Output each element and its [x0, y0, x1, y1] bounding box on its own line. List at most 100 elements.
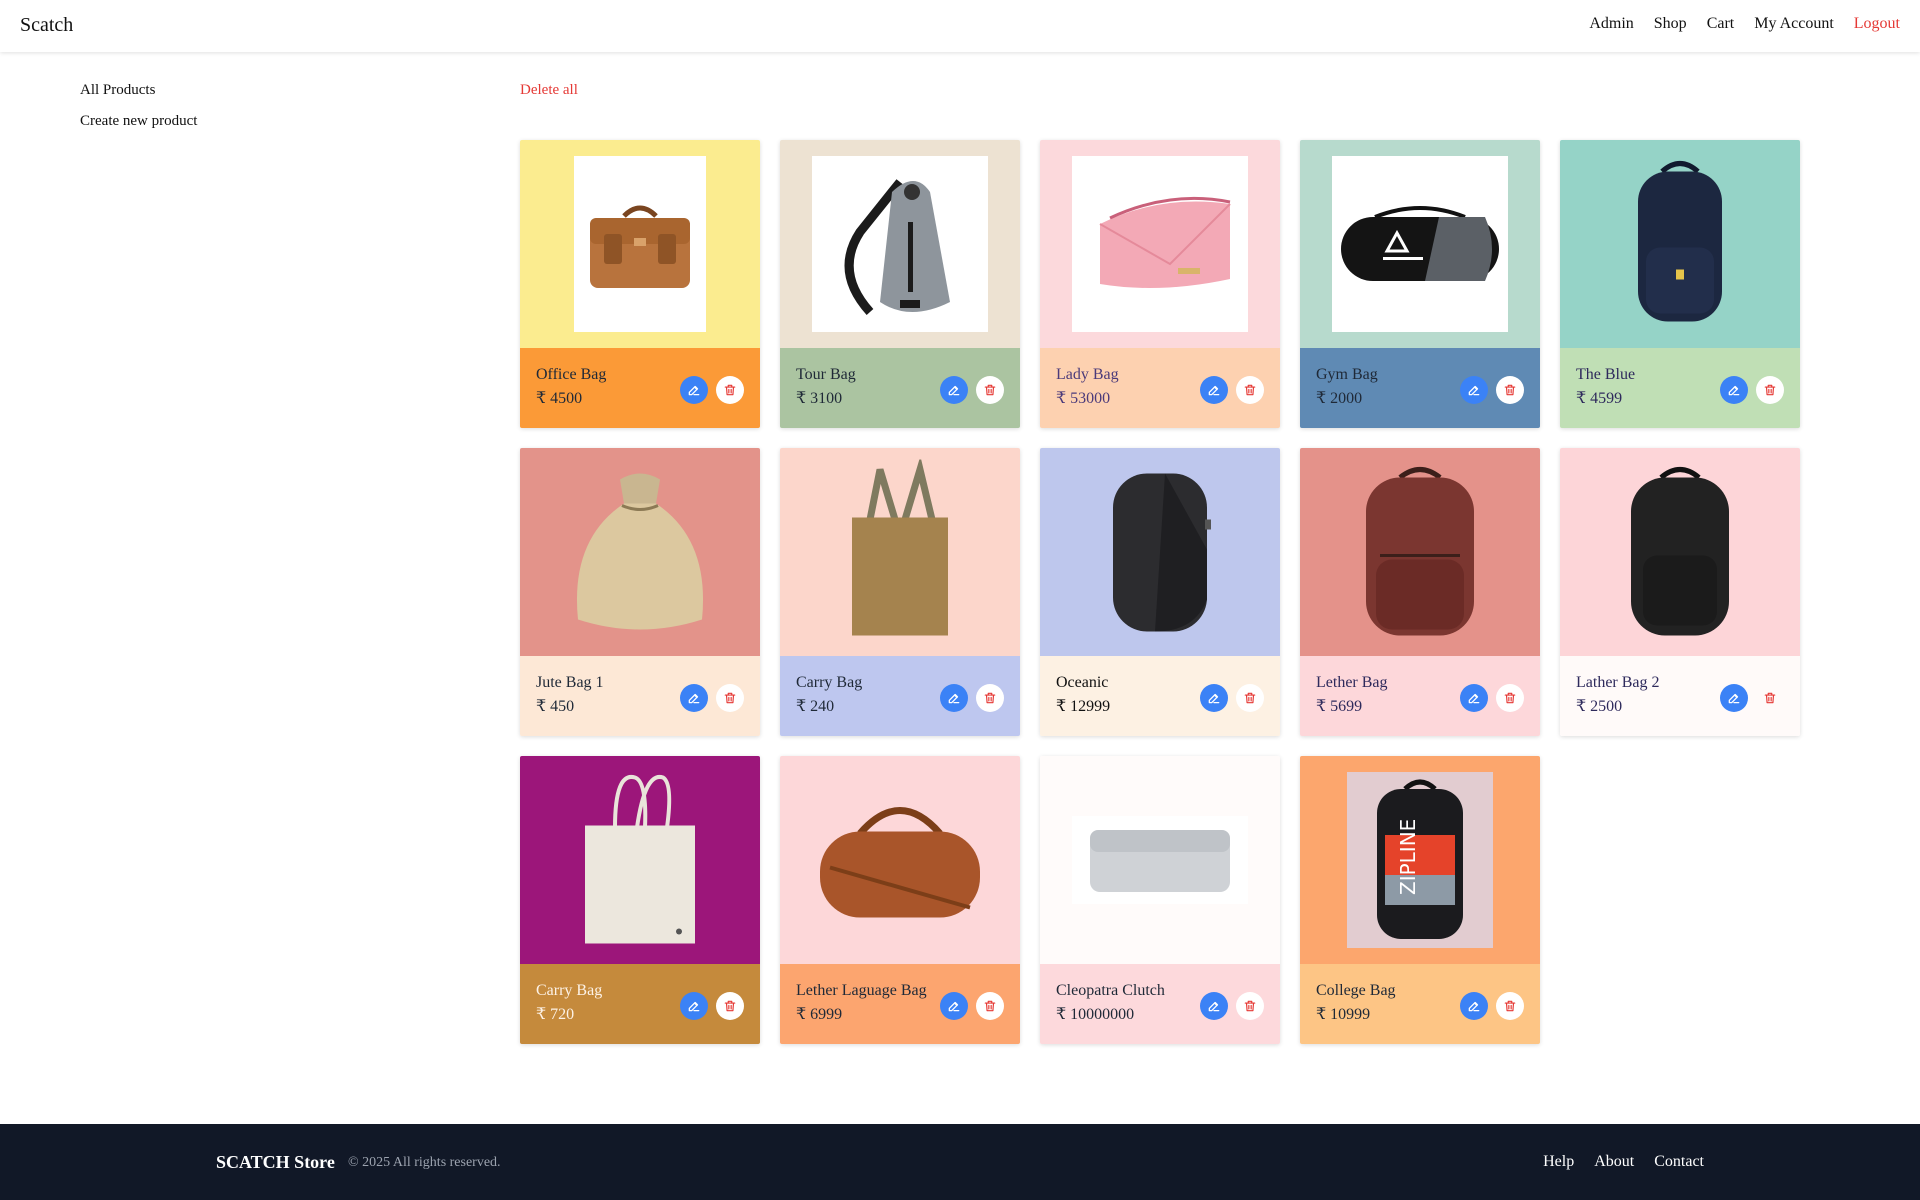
edit-product-button[interactable]	[940, 684, 968, 712]
product-card: ZIPLINE College Bag ₹ 10999	[1300, 756, 1540, 1044]
delete-product-button[interactable]	[1496, 684, 1524, 712]
pencil-icon	[687, 383, 701, 397]
product-info: Gym Bag ₹ 2000	[1300, 348, 1540, 428]
product-actions	[1460, 684, 1524, 712]
delete-all-link[interactable]: Delete all	[520, 82, 578, 99]
product-info: Lady Bag ₹ 53000	[1040, 348, 1280, 428]
edit-product-button[interactable]	[1460, 992, 1488, 1020]
delete-product-button[interactable]	[1756, 376, 1784, 404]
pencil-icon	[687, 691, 701, 705]
product-grid: Office Bag ₹ 4500 Tour Bag ₹ 3100 Lady Bag ₹ …	[520, 140, 1800, 1044]
trash-icon	[1503, 999, 1517, 1013]
pencil-icon	[1207, 691, 1221, 705]
edit-product-button[interactable]	[680, 376, 708, 404]
pencil-icon	[1467, 999, 1481, 1013]
delete-product-button[interactable]	[716, 376, 744, 404]
product-actions	[940, 684, 1004, 712]
edit-product-button[interactable]	[1720, 684, 1748, 712]
nav-links: Admin Shop Cart My Account Logout	[1589, 15, 1900, 33]
delete-product-button[interactable]	[1496, 992, 1524, 1020]
sidebar-item-all-products[interactable]: All Products	[80, 82, 197, 99]
product-image	[560, 460, 720, 645]
product-image	[1620, 152, 1740, 337]
product-info: Lether Bag ₹ 5699	[1300, 656, 1540, 736]
pencil-icon	[947, 691, 961, 705]
footer-link-about[interactable]: About	[1594, 1153, 1634, 1171]
product-image	[575, 768, 705, 953]
product-card: Jute Bag 1 ₹ 450	[520, 448, 760, 736]
brand-logo[interactable]: Scatch	[20, 14, 73, 37]
product-info: Carry Bag ₹ 720	[520, 964, 760, 1044]
nav-link-admin[interactable]: Admin	[1589, 15, 1633, 33]
product-image	[1350, 460, 1490, 645]
edit-product-button[interactable]	[1200, 684, 1228, 712]
edit-product-button[interactable]	[1200, 992, 1228, 1020]
product-image	[1095, 460, 1225, 645]
delete-product-button[interactable]	[976, 992, 1004, 1020]
trash-icon	[723, 999, 737, 1013]
product-image-area	[1300, 448, 1540, 656]
product-image-area: ZIPLINE	[1300, 756, 1540, 964]
product-info: The Blue ₹ 4599	[1560, 348, 1800, 428]
edit-product-button[interactable]	[1200, 376, 1228, 404]
edit-product-button[interactable]	[1720, 376, 1748, 404]
product-actions	[1200, 684, 1264, 712]
delete-product-button[interactable]	[716, 684, 744, 712]
edit-product-button[interactable]	[1460, 684, 1488, 712]
trash-icon	[1243, 383, 1257, 397]
nav-link-cart[interactable]: Cart	[1707, 15, 1735, 33]
edit-product-button[interactable]	[940, 376, 968, 404]
product-image	[1072, 156, 1248, 332]
delete-product-button[interactable]	[1236, 684, 1264, 712]
product-image	[1072, 816, 1248, 904]
sidebar-item-create-product[interactable]: Create new product	[80, 113, 197, 130]
footer-brand: SCATCH Store	[216, 1152, 335, 1172]
product-actions	[1200, 376, 1264, 404]
delete-product-button[interactable]	[1756, 684, 1784, 712]
product-card: Oceanic ₹ 12999	[1040, 448, 1280, 736]
footer-link-help[interactable]: Help	[1543, 1153, 1574, 1171]
trash-icon	[1503, 383, 1517, 397]
product-card: Office Bag ₹ 4500	[520, 140, 760, 428]
delete-product-button[interactable]	[1236, 992, 1264, 1020]
product-info: College Bag ₹ 10999	[1300, 964, 1540, 1044]
edit-product-button[interactable]	[680, 992, 708, 1020]
edit-product-button[interactable]	[1460, 376, 1488, 404]
trash-icon	[1503, 691, 1517, 705]
delete-product-button[interactable]	[976, 376, 1004, 404]
edit-product-button[interactable]	[680, 684, 708, 712]
product-card: Carry Bag ₹ 720	[520, 756, 760, 1044]
pencil-icon	[1467, 691, 1481, 705]
delete-product-button[interactable]	[716, 992, 744, 1020]
nav-link-shop[interactable]: Shop	[1654, 15, 1687, 33]
product-card: Cleopatra Clutch ₹ 10000000	[1040, 756, 1280, 1044]
delete-product-button[interactable]	[976, 684, 1004, 712]
logout-link[interactable]: Logout	[1854, 15, 1900, 33]
product-image	[1615, 460, 1745, 645]
product-actions	[1720, 376, 1784, 404]
product-info: Carry Bag ₹ 240	[780, 656, 1020, 736]
product-image	[812, 156, 988, 332]
product-info: Office Bag ₹ 4500	[520, 348, 760, 428]
product-image	[574, 156, 706, 332]
product-image-area	[1300, 140, 1540, 348]
product-card: Lether Laguage Bag ₹ 6999	[780, 756, 1020, 1044]
product-actions	[680, 992, 744, 1020]
product-image-area	[1040, 756, 1280, 964]
footer-copyright: © 2025 All rights reserved.	[348, 1155, 501, 1170]
delete-product-button[interactable]	[1496, 376, 1524, 404]
edit-product-button[interactable]	[940, 992, 968, 1020]
product-image-area	[780, 140, 1020, 348]
pencil-icon	[1467, 383, 1481, 397]
footer-link-contact[interactable]: Contact	[1654, 1153, 1704, 1171]
pencil-icon	[947, 999, 961, 1013]
admin-sidebar: All Products Create new product	[80, 82, 197, 144]
footer-links: Help About Contact	[1543, 1153, 1704, 1171]
product-card: Tour Bag ₹ 3100	[780, 140, 1020, 428]
delete-product-button[interactable]	[1236, 376, 1264, 404]
nav-link-my-account[interactable]: My Account	[1754, 15, 1834, 33]
product-image-area	[1040, 448, 1280, 656]
product-image-area	[520, 756, 760, 964]
product-actions	[680, 684, 744, 712]
product-info: Tour Bag ₹ 3100	[780, 348, 1020, 428]
